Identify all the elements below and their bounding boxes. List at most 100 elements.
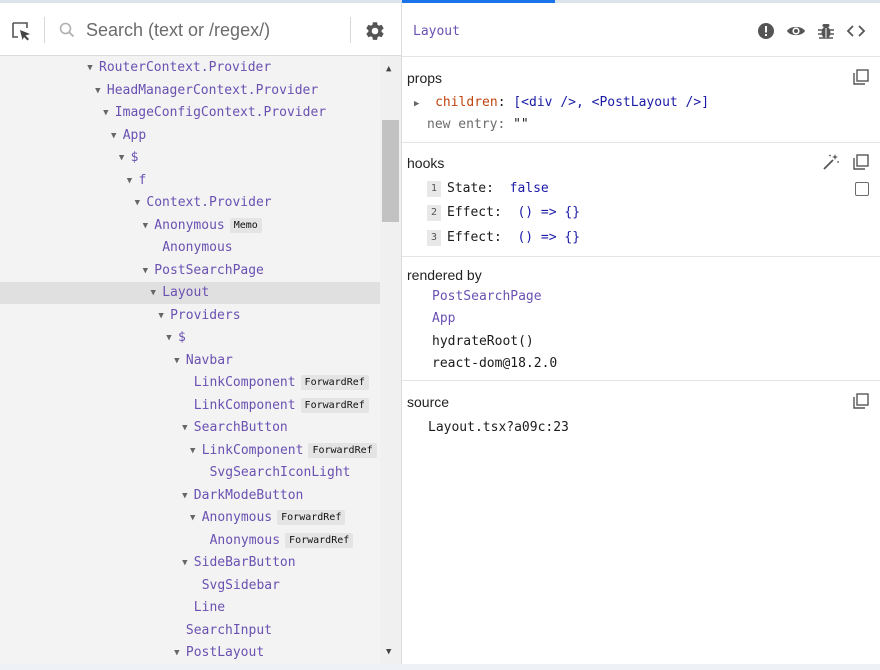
hoc-badge: ForwardRef — [277, 510, 346, 525]
tree-row[interactable]: ▼ DarkModeButton — [0, 485, 380, 507]
hook-name: Effect: — [447, 230, 502, 245]
copy-icon[interactable] — [852, 153, 870, 171]
tree-row[interactable]: ▼ $ — [0, 147, 380, 169]
hooks-checkbox[interactable] — [855, 182, 869, 196]
scroll-thumb[interactable] — [382, 120, 399, 222]
expand-arrow-icon[interactable]: ▼ — [100, 102, 112, 124]
tree-row[interactable]: ▼ RouterContext.Provider — [0, 57, 380, 79]
component-name: f — [138, 172, 147, 188]
tree-row[interactable]: ▼ ImageConfigContext.Provider — [0, 102, 380, 124]
tree-row[interactable]: SvgSearchIconLight — [0, 462, 380, 484]
code-icon[interactable] — [846, 21, 866, 41]
component-name: LinkComponent — [193, 375, 296, 390]
tree-row[interactable]: Line — [0, 597, 380, 619]
tree-row[interactable]: ▼ LinkComponent ForwardRef — [0, 440, 380, 462]
warning-icon[interactable] — [756, 21, 776, 41]
hook-value[interactable]: false — [510, 181, 549, 196]
component-tree-pane: ▼RouterContext.Provider▼HeadManagerConte… — [0, 3, 401, 664]
hoc-badge: ForwardRef — [300, 397, 369, 413]
expand-arrow-icon[interactable]: ▼ — [187, 507, 199, 529]
expand-arrow-icon[interactable]: ▼ — [108, 125, 120, 147]
expand-arrow-icon[interactable]: ▼ — [171, 642, 183, 664]
expand-arrow-icon[interactable]: ▼ — [139, 215, 151, 237]
tree-row[interactable]: LinkComponent ForwardRef — [0, 395, 380, 417]
tree-row[interactable]: ▼ App — [0, 125, 380, 147]
hooks-title: hooks — [407, 155, 445, 171]
new-entry-value[interactable]: "" — [513, 117, 529, 132]
hook-value: () => {} — [517, 230, 581, 245]
tree-row[interactable]: ▼ $ — [0, 327, 380, 349]
component-name: Anonymous — [162, 240, 233, 255]
hook-row[interactable]: 1 State: false — [427, 181, 549, 197]
expand-arrow-icon[interactable]: ▼ — [187, 440, 199, 462]
rendered-by-renderer: react-dom@18.2.0 — [432, 356, 558, 371]
hook-name: State: — [447, 181, 494, 196]
inspector-pane: Layout props ▶ children: [<div />, <Post… — [402, 3, 880, 664]
tree-row[interactable]: Anonymous — [0, 237, 380, 259]
expand-arrow-icon[interactable]: ▼ — [179, 417, 191, 439]
tree-scrollbar[interactable]: ▲ ▼ — [380, 56, 401, 664]
hook-row[interactable]: 2 Effect: () => {} — [427, 205, 580, 221]
tree-row[interactable]: ▼ Anonymous Memo — [0, 215, 380, 237]
source-title: source — [407, 394, 450, 410]
gear-icon[interactable] — [364, 20, 386, 42]
expand-arrow-icon[interactable]: ▼ — [179, 552, 191, 574]
expand-arrow-icon[interactable]: ▼ — [171, 350, 183, 372]
rendered-by-link[interactable]: PostSearchPage — [432, 289, 542, 304]
component-name: PostLayout — [185, 645, 265, 660]
tree-row[interactable]: ▼ Providers — [0, 305, 380, 327]
component-name: LinkComponent — [193, 397, 296, 413]
tree-row-selected[interactable]: ▼ Layout — [0, 282, 380, 304]
copy-icon[interactable] — [852, 392, 870, 410]
tree-row[interactable]: ▼ Context.Provider — [0, 192, 380, 214]
expand-arrow-icon[interactable]: ▼ — [147, 282, 159, 304]
tree-row[interactable]: ▼ PostSearchPage — [0, 260, 380, 282]
tree-row[interactable]: ▼ HeadManagerContext.Provider — [0, 80, 380, 102]
hook-row[interactable]: 3 Effect: () => {} — [427, 230, 580, 246]
expand-arrow-icon[interactable]: ▼ — [84, 57, 96, 79]
search-input[interactable] — [86, 17, 336, 43]
tree-row[interactable]: SvgSidebar — [0, 575, 380, 597]
component-name: RouterContext.Provider — [99, 60, 272, 75]
props-section: props ▶ children: [<div />, <PostLayout … — [402, 57, 880, 143]
tree-row[interactable]: ▼ Anonymous ForwardRef — [0, 507, 380, 529]
scroll-up-arrow-icon[interactable]: ▲ — [386, 64, 391, 74]
expand-arrow-icon[interactable]: ▼ — [131, 192, 143, 214]
expand-arrow-icon[interactable]: ▼ — [92, 80, 104, 102]
hoc-badge: ForwardRef — [308, 442, 377, 458]
tree-row[interactable]: ▼ Navbar — [0, 350, 380, 372]
tree-row[interactable]: ▼ PostLayout — [0, 642, 380, 664]
tree-row[interactable]: ▼ f — [0, 170, 380, 192]
toolbar-separator — [350, 17, 351, 43]
tree-row[interactable]: Anonymous ForwardRef — [0, 530, 380, 552]
expand-arrow-icon[interactable]: ▼ — [124, 170, 136, 192]
rendered-by-link[interactable]: App — [432, 311, 455, 326]
tree-row[interactable]: ▼ SearchButton — [0, 417, 380, 439]
tree-row[interactable]: SearchInput — [0, 620, 380, 642]
new-entry-colon: : — [497, 117, 506, 132]
expand-arrow-icon[interactable]: ▼ — [139, 260, 151, 282]
component-name: Anonymous — [201, 510, 273, 525]
prop-new-entry[interactable]: new entry: "" — [427, 117, 529, 132]
expand-arrow-icon[interactable]: ▼ — [163, 327, 175, 349]
bug-icon[interactable] — [816, 21, 836, 41]
expand-arrow-icon[interactable]: ▼ — [116, 147, 128, 169]
magic-wand-icon[interactable] — [822, 153, 840, 171]
hook-name: Effect: — [447, 205, 502, 220]
expand-arrow-icon[interactable]: ▶ — [414, 99, 419, 109]
scroll-down-arrow-icon[interactable]: ▼ — [386, 647, 391, 657]
prop-children[interactable]: ▶ children: [<div />, <PostLayout />] — [414, 95, 709, 110]
select-element-icon[interactable] — [10, 20, 32, 42]
tree-row[interactable]: LinkComponent ForwardRef — [0, 372, 380, 394]
tree-row[interactable]: ▼ SideBarButton — [0, 552, 380, 574]
toolbar-separator — [44, 17, 45, 43]
hook-index: 1 — [427, 181, 441, 197]
component-name: LinkComponent — [201, 442, 304, 458]
inspector-header: Layout — [402, 3, 880, 57]
copy-icon[interactable] — [852, 68, 870, 86]
eye-icon[interactable] — [786, 21, 806, 41]
expand-arrow-icon[interactable]: ▼ — [179, 485, 191, 507]
source-location[interactable]: Layout.tsx?a09c:23 — [428, 420, 569, 435]
expand-arrow-icon[interactable]: ▼ — [155, 305, 167, 327]
hook-value: () => {} — [517, 205, 581, 220]
